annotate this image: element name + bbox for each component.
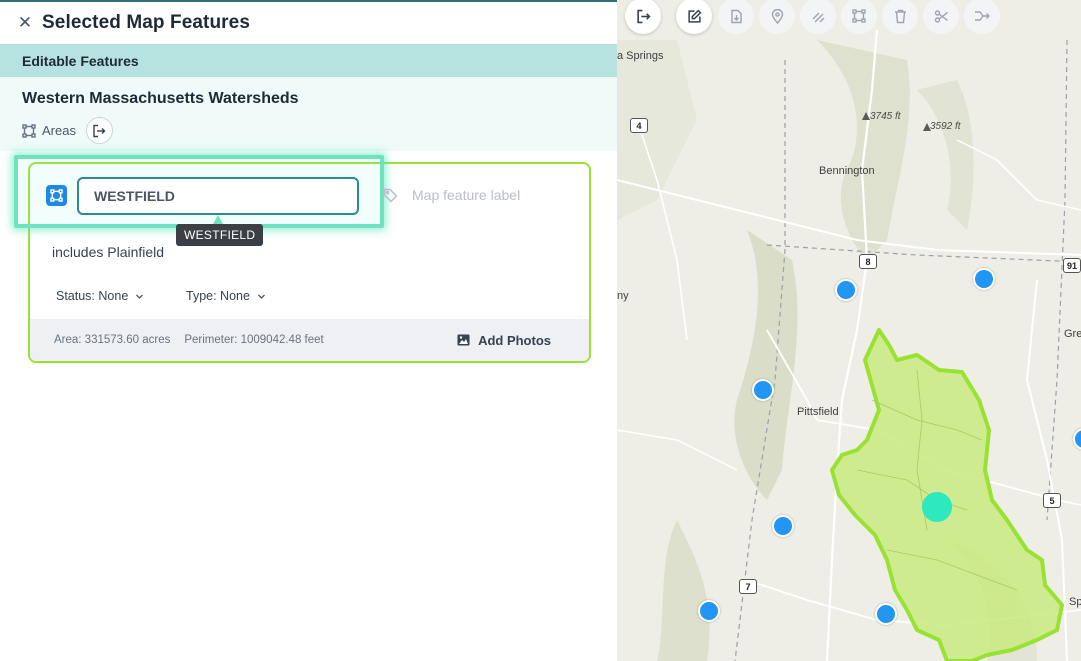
place-label-ny: ny bbox=[617, 290, 629, 302]
edit-tool-button[interactable] bbox=[676, 0, 712, 34]
layer-type-label: Areas bbox=[42, 123, 76, 138]
feature-polygon-badge bbox=[46, 185, 67, 206]
map-marker[interactable] bbox=[875, 603, 897, 625]
exit-icon bbox=[636, 9, 651, 23]
place-label-springfield: Sp bbox=[1069, 596, 1081, 608]
exit-tool-button[interactable] bbox=[625, 0, 661, 34]
edit-icon bbox=[687, 9, 701, 23]
route-shield-7: 7 bbox=[739, 579, 757, 594]
status-label: Status: None bbox=[56, 289, 129, 303]
type-dropdown[interactable]: Type: None bbox=[186, 289, 266, 303]
status-dropdown[interactable]: Status: None bbox=[56, 289, 144, 303]
editable-features-header: Editable Features bbox=[0, 44, 617, 77]
map-toolbar bbox=[617, 0, 1081, 36]
trash-icon bbox=[894, 9, 906, 23]
freehand-icon bbox=[812, 12, 824, 22]
map-basemap bbox=[617, 29, 1081, 661]
panel-title: Selected Map Features bbox=[42, 12, 251, 33]
chevron-down-icon bbox=[257, 294, 265, 299]
route-shield-5: 5 bbox=[1043, 493, 1061, 508]
label-placeholder: Map feature label bbox=[412, 187, 521, 203]
tooltip-arrow bbox=[213, 215, 223, 224]
map-marker[interactable] bbox=[698, 600, 720, 622]
image-icon bbox=[457, 334, 470, 346]
route-shield-91: 91 bbox=[1063, 258, 1081, 273]
route-shield-8: 8 bbox=[859, 254, 877, 269]
map-marker[interactable] bbox=[835, 279, 857, 301]
map-marker[interactable] bbox=[772, 515, 794, 537]
peak-icon bbox=[862, 112, 870, 120]
elevation-label-2: 3592 ft bbox=[930, 121, 961, 132]
pin-tool-button[interactable] bbox=[759, 0, 795, 34]
feature-name-input[interactable] bbox=[77, 177, 359, 215]
feature-description[interactable]: includes Plainfield bbox=[52, 244, 164, 260]
polygon-icon bbox=[852, 9, 866, 23]
selected-features-panel: ✕ Selected Map Features Editable Feature… bbox=[0, 0, 617, 661]
chevron-down-icon bbox=[136, 294, 144, 299]
tag-icon bbox=[383, 188, 398, 202]
place-label-greenfield: Gre bbox=[1064, 328, 1081, 340]
app-root: ✕ Selected Map Features Editable Feature… bbox=[0, 0, 1081, 661]
import-tool-button[interactable] bbox=[718, 0, 754, 34]
route-shield-4: 4 bbox=[630, 118, 648, 133]
selected-map-marker[interactable] bbox=[922, 492, 952, 522]
add-photos-button[interactable]: Add Photos bbox=[457, 319, 551, 361]
split-icon bbox=[975, 11, 990, 21]
name-tooltip: WESTFIELD bbox=[176, 224, 264, 246]
add-photos-label: Add Photos bbox=[478, 332, 551, 348]
peak-icon bbox=[923, 123, 931, 131]
elevation-label-1: 3745 ft bbox=[870, 111, 901, 122]
scissors-icon bbox=[934, 9, 948, 23]
map-feature-label-field[interactable]: Map feature label bbox=[383, 187, 520, 203]
type-label: Type: None bbox=[186, 289, 250, 303]
exit-icon bbox=[93, 124, 106, 137]
place-label-bennington: Bennington bbox=[819, 165, 875, 177]
place-label-pittsfield: Pittsfield bbox=[797, 406, 839, 418]
panel-header: ✕ Selected Map Features bbox=[0, 2, 617, 44]
import-icon bbox=[731, 9, 742, 23]
polygon-icon bbox=[22, 123, 36, 138]
perimeter-readout: Perimeter: 1009042.48 feet bbox=[184, 334, 324, 346]
map-marker[interactable] bbox=[973, 268, 995, 290]
layer-block: Western Massachusetts Watersheds Areas bbox=[0, 77, 617, 151]
polygon-icon bbox=[50, 189, 63, 202]
export-layer-button[interactable] bbox=[85, 117, 113, 144]
map-marker[interactable] bbox=[752, 379, 774, 401]
feature-card-footer: Area: 331573.60 acres Perimeter: 1009042… bbox=[30, 319, 589, 361]
pin-icon bbox=[771, 8, 783, 24]
area-readout: Area: 331573.60 acres bbox=[54, 334, 171, 346]
place-label-springs: a Springs bbox=[617, 50, 664, 62]
delete-tool-button[interactable] bbox=[882, 0, 918, 34]
layer-meta: Areas bbox=[22, 117, 113, 144]
close-icon[interactable]: ✕ bbox=[16, 13, 34, 32]
map-view[interactable]: a Springs Bennington Pittsfield Gre Sp n… bbox=[617, 0, 1081, 661]
split-tool-button[interactable] bbox=[964, 0, 1000, 34]
cut-tool-button[interactable] bbox=[923, 0, 959, 34]
polygon-tool-button[interactable] bbox=[841, 0, 877, 34]
freehand-tool-button[interactable] bbox=[800, 0, 836, 34]
layer-name: Western Massachusetts Watersheds bbox=[22, 90, 299, 107]
